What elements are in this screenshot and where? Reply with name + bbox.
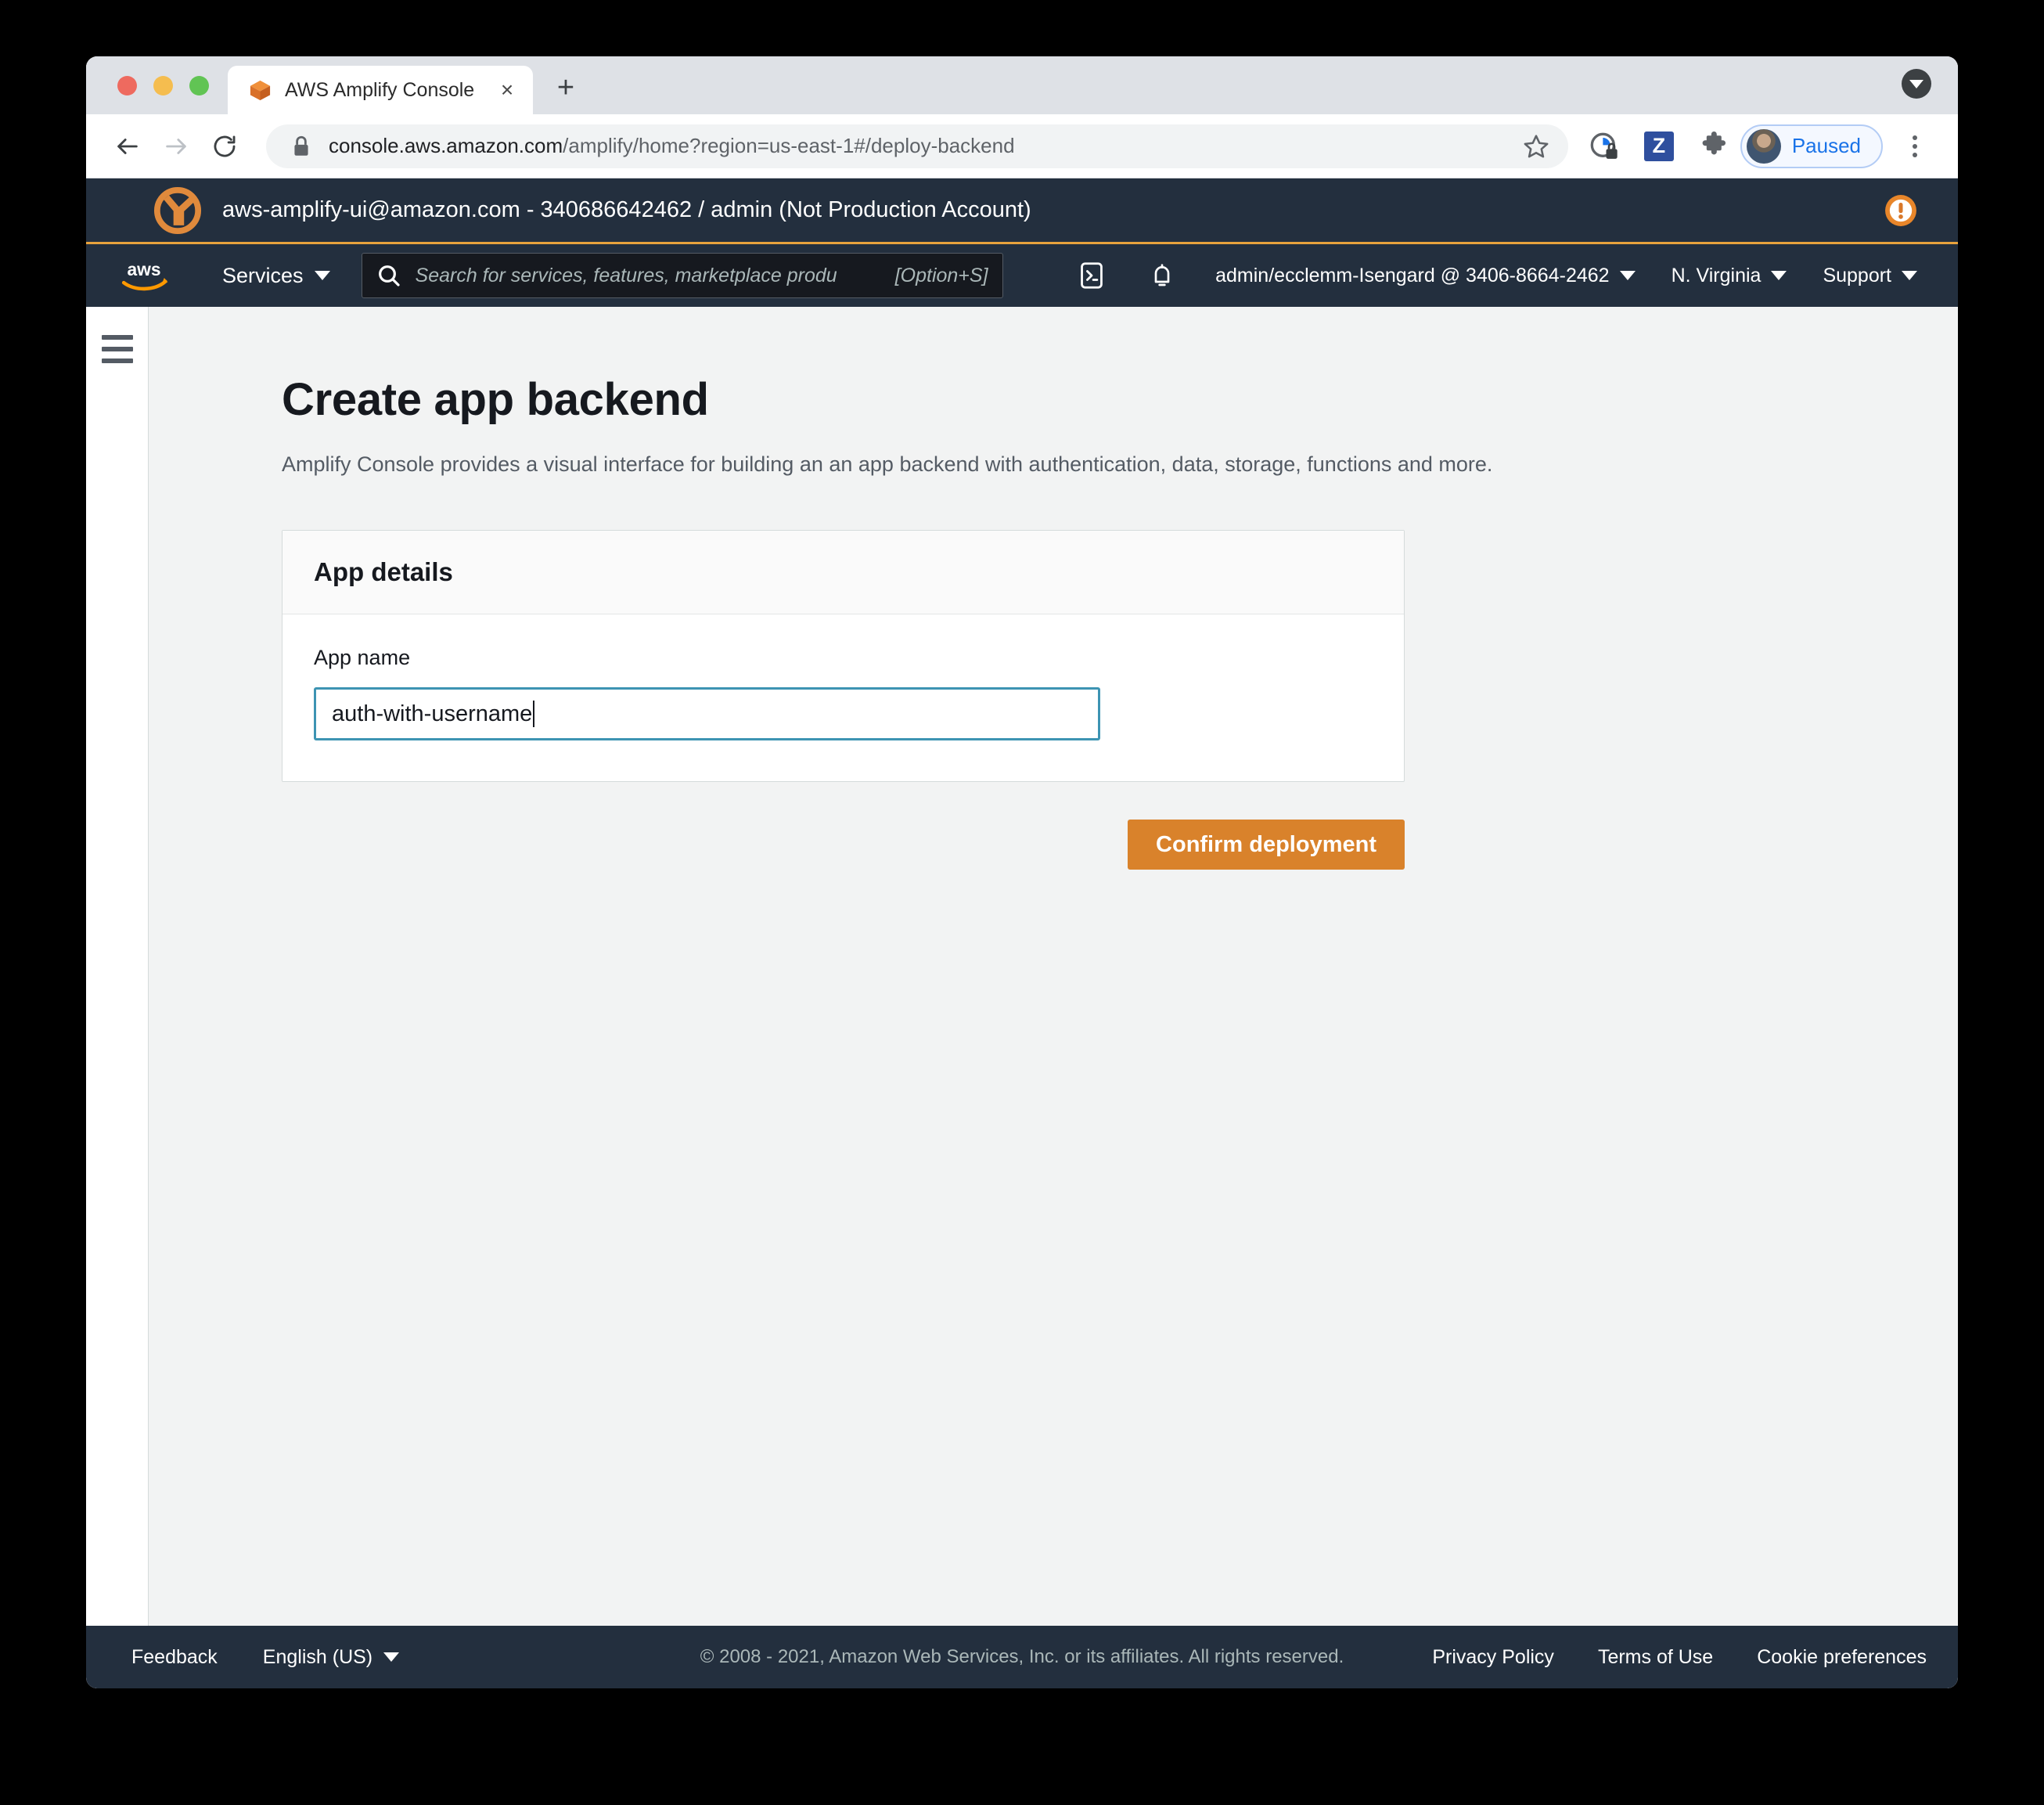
chevron-down-icon xyxy=(1620,271,1636,280)
aws-nav-right: admin/ecclemm-Isengard @ 3406-8664-2462 … xyxy=(1074,258,1934,293)
footer-language-label: English (US) xyxy=(263,1646,372,1669)
account-banner: aws-amplify-ui@amazon.com - 340686642462… xyxy=(86,178,1958,244)
window-traffic-lights xyxy=(86,76,209,114)
window-close-button[interactable] xyxy=(117,76,137,95)
page-subtitle: Amplify Console provides a visual interf… xyxy=(282,452,1958,477)
puzzle-extensions-icon[interactable] xyxy=(1697,129,1731,164)
profile-chip[interactable]: Paused xyxy=(1740,124,1883,168)
main-content: Create app backend Amplify Console provi… xyxy=(149,307,1958,1626)
text-cursor xyxy=(533,701,534,727)
reload-icon[interactable] xyxy=(200,122,249,171)
browser-tab-strip: AWS Amplify Console × + xyxy=(86,56,1958,114)
tab-list-dropdown-icon[interactable] xyxy=(1902,69,1931,99)
app-details-card: App details App name auth-with-username xyxy=(282,530,1405,782)
forward-arrow-icon[interactable] xyxy=(152,122,200,171)
window-maximize-button[interactable] xyxy=(189,76,209,95)
nav-region-menu[interactable]: N. Virginia xyxy=(1672,265,1787,287)
chevron-down-icon xyxy=(1902,271,1917,280)
zoom-scheduler-icon[interactable] xyxy=(1587,129,1621,164)
footer-privacy-link[interactable]: Privacy Policy xyxy=(1432,1646,1554,1669)
new-tab-button[interactable]: + xyxy=(544,66,588,110)
nav-region-label: N. Virginia xyxy=(1672,265,1762,287)
browser-menu-icon[interactable] xyxy=(1895,127,1934,166)
browser-extensions: Z xyxy=(1587,129,1731,164)
window-minimize-button[interactable] xyxy=(153,76,173,95)
back-arrow-icon[interactable] xyxy=(103,122,152,171)
browser-window: AWS Amplify Console × + xyxy=(86,56,1958,1688)
account-banner-text: aws-amplify-ui@amazon.com - 340686642462… xyxy=(222,197,1031,223)
svg-text:aws: aws xyxy=(127,259,160,279)
tabstrip-right-controls xyxy=(1902,69,1931,99)
app-name-input[interactable]: auth-with-username xyxy=(314,687,1100,740)
app-details-card-body: App name auth-with-username xyxy=(282,614,1404,781)
confirm-deployment-button[interactable]: Confirm deployment xyxy=(1128,820,1405,870)
amplify-cube-icon xyxy=(248,78,272,103)
console-body: Create app backend Amplify Console provi… xyxy=(86,307,1958,1626)
footer-copyright: © 2008 - 2021, Amazon Web Services, Inc.… xyxy=(700,1646,1344,1668)
footer-terms-link[interactable]: Terms of Use xyxy=(1598,1646,1713,1669)
footer-right-group: Privacy Policy Terms of Use Cookie prefe… xyxy=(1432,1646,1927,1669)
aws-search-shortcut: [Option+S] xyxy=(895,265,988,287)
nav-account-menu[interactable]: admin/ecclemm-Isengard @ 3406-8664-2462 xyxy=(1215,265,1635,287)
address-bar[interactable]: console.aws.amazon.com/amplify/home?regi… xyxy=(266,124,1568,168)
search-icon xyxy=(376,263,401,288)
isengard-logo xyxy=(153,186,202,235)
zoom-extension-icon[interactable]: Z xyxy=(1642,129,1676,164)
nav-support-label: Support xyxy=(1823,265,1891,287)
form-actions: Confirm deployment xyxy=(282,820,1405,870)
footer-feedback-link[interactable]: Feedback xyxy=(131,1646,218,1669)
nav-services-menu[interactable]: Services xyxy=(222,264,330,288)
user-avatar xyxy=(1747,129,1781,164)
nav-account-label: admin/ecclemm-Isengard @ 3406-8664-2462 xyxy=(1215,265,1609,287)
address-bar-host: console.aws.amazon.com xyxy=(329,134,563,157)
page-title: Create app backend xyxy=(282,373,1958,426)
lock-icon xyxy=(291,135,311,158)
nav-support-menu[interactable]: Support xyxy=(1823,265,1917,287)
chevron-down-icon xyxy=(1771,271,1787,280)
app-name-label: App name xyxy=(314,646,1373,670)
footer-language-menu[interactable]: English (US) xyxy=(263,1646,399,1669)
app-name-input-value: auth-with-username xyxy=(332,701,532,727)
chevron-down-icon xyxy=(315,271,330,280)
page-viewport: aws-amplify-ui@amazon.com - 340686642462… xyxy=(86,178,1958,1688)
browser-toolbar: console.aws.amazon.com/amplify/home?regi… xyxy=(86,114,1958,178)
chevron-down-icon xyxy=(383,1652,399,1662)
bell-icon[interactable] xyxy=(1145,258,1179,293)
app-details-card-header: App details xyxy=(282,531,1404,614)
aws-search-input[interactable]: Search for services, features, marketpla… xyxy=(362,253,1003,298)
profile-status-label: Paused xyxy=(1792,134,1861,158)
browser-tab-title: AWS Amplify Console xyxy=(285,79,480,102)
aws-search-placeholder: Search for services, features, marketpla… xyxy=(416,265,886,287)
zoom-extension-label: Z xyxy=(1644,132,1674,161)
cloudshell-icon[interactable] xyxy=(1074,258,1109,293)
sidebar-strip xyxy=(86,307,149,1626)
address-bar-url: console.aws.amazon.com/amplify/home?regi… xyxy=(329,134,1517,158)
tab-close-icon[interactable]: × xyxy=(492,75,522,105)
console-footer: Feedback English (US) © 2008 - 2021, Ama… xyxy=(86,1626,1958,1688)
footer-cookies-link[interactable]: Cookie preferences xyxy=(1757,1646,1927,1669)
hamburger-menu-icon[interactable] xyxy=(102,335,133,1626)
nav-services-label: Services xyxy=(222,264,304,288)
footer-left-group: Feedback English (US) xyxy=(131,1646,399,1669)
warning-exclamation-icon[interactable] xyxy=(1884,194,1917,227)
bookmark-star-icon[interactable] xyxy=(1517,127,1556,166)
address-bar-path: /amplify/home?region=us-east-1#/deploy-b… xyxy=(563,134,1014,157)
app-details-title: App details xyxy=(314,557,453,586)
browser-tab-active[interactable]: AWS Amplify Console × xyxy=(228,66,533,114)
aws-global-nav: aws Services Search for services, featur… xyxy=(86,244,1958,307)
aws-logo[interactable]: aws xyxy=(114,258,174,294)
